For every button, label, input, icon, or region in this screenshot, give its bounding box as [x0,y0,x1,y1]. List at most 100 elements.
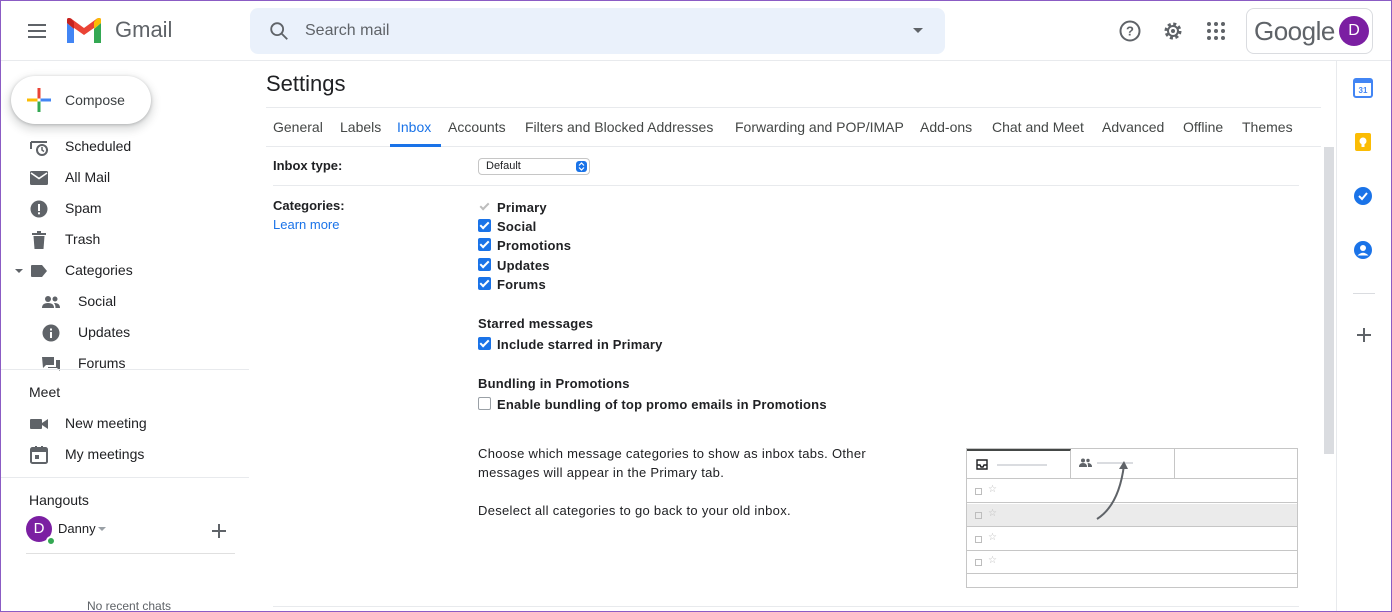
google-account-box[interactable]: Google D [1246,8,1373,54]
category-label[interactable]: Forums [497,277,546,292]
online-status-dot [46,536,56,546]
side-panel-divider [1353,293,1375,294]
help-icon[interactable]: ? [1118,19,1142,43]
tab-offline[interactable]: Offline [1183,119,1223,135]
compose-label: Compose [65,92,125,108]
nav-item-scheduled[interactable]: Scheduled [1,131,249,161]
nav-item-all-mail[interactable]: All Mail [1,162,249,192]
category-label[interactable]: Social [497,219,537,234]
learn-more-link[interactable]: Learn more [273,217,339,232]
updates-checkbox[interactable] [478,258,491,271]
starred-heading: Starred messages [478,316,594,331]
svg-text:?: ? [1126,24,1134,39]
top-bar: Gmail Search mail ? Google D [1,1,1391,61]
illustration-tab-primary [967,449,1071,479]
compose-plus-icon [27,88,51,112]
calendar-icon [30,446,48,464]
settings-gear-icon[interactable] [1161,19,1185,43]
nav-item-forums[interactable]: Forums [1,348,249,378]
row-divider [273,606,1299,607]
inbox-type-label: Inbox type: [273,158,343,173]
tab-general[interactable]: General [273,119,323,135]
new-chat-plus-icon[interactable] [212,524,226,538]
search-options-icon[interactable] [913,28,923,33]
sidebar-divider [1,477,249,478]
tab-inbox[interactable]: Inbox [397,119,431,135]
tab-accounts[interactable]: Accounts [448,119,506,135]
search-input[interactable]: Search mail [305,22,389,40]
nav-label: Updates [78,324,131,340]
hangouts-section-title: Hangouts [29,492,89,508]
account-avatar[interactable]: D [1339,16,1369,46]
illustration-message-row: ☆ [967,528,1297,551]
google-wordmark: Google [1254,16,1335,46]
illustration-message-row: ☆ [967,551,1297,574]
hangouts-divider [26,553,235,554]
nav-item-social[interactable]: Social [1,286,249,316]
google-calendar-icon[interactable]: 31 [1353,78,1373,98]
nav-item-categories[interactable]: Categories [1,255,249,285]
google-tasks-icon[interactable] [1353,186,1373,206]
tab-advanced[interactable]: Advanced [1102,119,1164,135]
active-tab-indicator [390,144,441,147]
category-label[interactable]: Updates [497,258,550,273]
svg-text:31: 31 [1359,86,1368,95]
include-starred-label[interactable]: Include starred in Primary [497,337,663,352]
social-icon [42,296,60,308]
tab-themes[interactable]: Themes [1242,119,1293,135]
nav-item-new-meeting[interactable]: New meeting [1,408,249,438]
nav-label: Spam [65,200,102,216]
bundling-checkbox[interactable] [478,397,491,410]
updates-icon [42,324,60,342]
google-contacts-icon[interactable] [1353,240,1373,260]
video-icon [30,419,48,429]
get-addons-plus-icon[interactable] [1357,328,1371,342]
deselect-description: Deselect all categories to go back to yo… [478,503,791,518]
hangouts-user-name[interactable]: Danny [58,521,96,536]
nav-label: Scheduled [65,138,132,154]
gmail-logo-text[interactable]: Gmail [115,17,172,43]
nav-item-trash[interactable]: Trash [1,224,249,254]
tab-labels[interactable]: Labels [340,119,381,135]
social-checkbox[interactable] [478,219,491,232]
include-starred-checkbox[interactable] [478,337,491,350]
compose-button[interactable]: Compose [11,76,151,124]
promotions-checkbox[interactable] [478,238,491,251]
nav-label: New meeting [65,415,147,431]
scheduled-icon [30,141,48,156]
forums-icon [42,357,60,371]
inbox-tabs-illustration: ☆ ☆ ☆ ☆ [966,448,1298,588]
search-icon[interactable] [268,20,290,42]
tab-filters[interactable]: Filters and Blocked Addresses [525,119,713,135]
nav-label: All Mail [65,169,111,185]
tab-forwarding[interactable]: Forwarding and POP/IMAP [735,119,904,135]
category-label[interactable]: Promotions [497,238,571,253]
nav-item-spam[interactable]: Spam [1,193,249,223]
bundling-heading: Bundling in Promotions [478,376,630,391]
expand-arrow-icon[interactable] [14,267,24,275]
bundling-label[interactable]: Enable bundling of top promo emails in P… [497,397,827,412]
search-bar[interactable]: Search mail [250,8,945,54]
nav-label: Social [78,293,117,309]
nav-item-my-meetings[interactable]: My meetings [1,439,249,469]
page-title: Settings [266,71,346,96]
settings-tabs: General Labels Inbox Accounts Filters an… [266,107,1321,147]
primary-checkbox [478,200,491,213]
drag-arrow-icon [1096,461,1128,520]
google-keep-icon[interactable] [1353,132,1373,152]
trash-icon [32,231,46,249]
forums-checkbox[interactable] [478,277,491,290]
gmail-window: Gmail Search mail ? Google D Compose Sch… [0,0,1392,612]
description-line-1: Choose which message categories to show … [478,446,866,461]
inbox-type-value: Default [486,160,521,172]
tab-chat-meet[interactable]: Chat and Meet [992,119,1084,135]
settings-scrollbar[interactable] [1324,147,1334,454]
nav-item-updates[interactable]: Updates [1,317,249,347]
tab-addons[interactable]: Add-ons [920,119,972,135]
main-menu-icon[interactable] [23,17,51,45]
inbox-type-select[interactable]: Default [478,158,590,175]
category-label: Primary [497,200,547,215]
status-dropdown-icon[interactable] [98,527,106,531]
apps-grid-icon[interactable] [1204,19,1228,43]
gmail-logo-icon[interactable] [65,17,103,45]
